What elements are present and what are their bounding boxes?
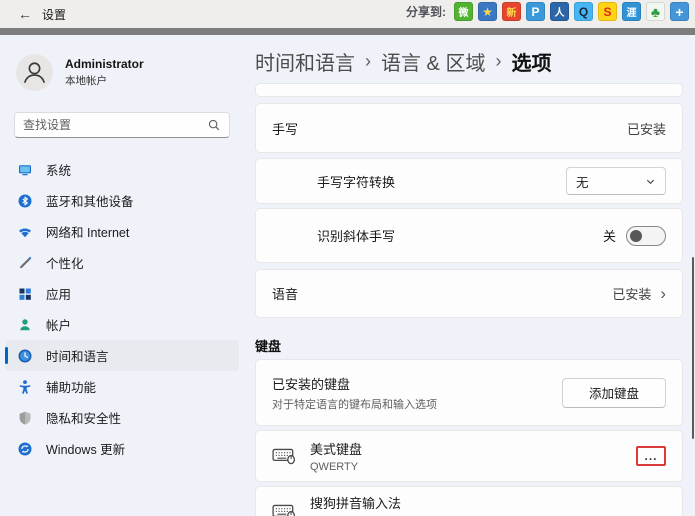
wifi-icon bbox=[17, 224, 33, 240]
account-type: 本地帐户 bbox=[65, 73, 144, 88]
shield-icon bbox=[17, 410, 33, 426]
sidebar-item-label: Windows 更新 bbox=[46, 439, 125, 458]
keyboard-row-sogou: 搜狗拼音输入法 输入法 bbox=[255, 486, 683, 516]
sidebar-item-time-language[interactable]: 时间和语言 bbox=[5, 340, 239, 371]
person-icon bbox=[16, 54, 53, 91]
speech-label: 语音 bbox=[272, 284, 298, 303]
toggle-knob bbox=[630, 230, 642, 242]
sidebar-item-accessibility[interactable]: 辅助功能 bbox=[5, 371, 239, 402]
keyboard-row-us: 美式键盘 QWERTY ... bbox=[255, 430, 683, 482]
keyboard-layout: QWERTY bbox=[310, 461, 362, 473]
titlebar: ← 设置 分享到: 微 ★ 新 P 人 Q S 涯 ♣ + bbox=[0, 0, 695, 28]
sidebar-item-bluetooth[interactable]: 蓝牙和其他设备 bbox=[5, 185, 239, 216]
bluetooth-icon bbox=[17, 193, 33, 209]
window-top-border bbox=[0, 28, 695, 35]
scrollbar-thumb[interactable] bbox=[692, 257, 694, 439]
handwriting-card[interactable]: 手写 已安装 bbox=[255, 103, 683, 153]
accessibility-icon bbox=[17, 379, 33, 395]
sidebar-item-label: 系统 bbox=[46, 160, 71, 179]
keyboard-name: 美式键盘 bbox=[310, 439, 362, 458]
keyboard-icon bbox=[272, 503, 296, 516]
selection-indicator bbox=[5, 347, 8, 364]
handwriting-label: 手写 bbox=[272, 119, 298, 138]
sidebar-item-label: 网络和 Internet bbox=[46, 222, 129, 241]
search-icon[interactable] bbox=[207, 118, 221, 132]
sidebar-item-accounts[interactable]: 帐户 bbox=[5, 309, 239, 340]
installed-keyboards-card: 已安装的键盘 对于特定语言的键布局和输入选项 添加键盘 bbox=[255, 359, 683, 426]
italic-handwriting-card: 识别斜体手写 关 bbox=[255, 208, 683, 263]
clover-icon[interactable]: ♣ bbox=[646, 2, 665, 21]
pengyou-icon[interactable]: P bbox=[526, 2, 545, 21]
share-label: 分享到: bbox=[406, 3, 446, 20]
breadcrumb: 时间和语言 › 语言 & 区域 › 选项 bbox=[255, 47, 683, 76]
settings-window: ← 设置 分享到: 微 ★ 新 P 人 Q S 涯 ♣ + Administra… bbox=[0, 0, 695, 516]
italic-toggle[interactable] bbox=[626, 226, 666, 246]
installed-keyboards-title: 已安装的键盘 bbox=[272, 374, 437, 393]
main-pane: 时间和语言 › 语言 & 区域 › 选项 手写 已安装 手写字符转换 无 识别斜… bbox=[255, 35, 683, 516]
red-annotation-box: ... bbox=[636, 446, 666, 466]
speech-card[interactable]: 语音 已安装 › bbox=[255, 269, 683, 318]
qq-icon[interactable]: Q bbox=[574, 2, 593, 21]
sidebar-item-label: 蓝牙和其他设备 bbox=[46, 191, 134, 210]
sidebar-item-windows-update[interactable]: Windows 更新 bbox=[5, 433, 239, 464]
sogou-icon[interactable]: S bbox=[598, 2, 617, 21]
speech-status: 已安装 bbox=[612, 284, 651, 303]
renren-icon[interactable]: 人 bbox=[550, 2, 569, 21]
conversion-dropdown[interactable]: 无 bbox=[566, 167, 666, 195]
back-button[interactable]: ← bbox=[8, 6, 42, 22]
user-name: Administrator bbox=[65, 57, 144, 71]
keyboard-section-heading: 键盘 bbox=[255, 336, 683, 355]
share-toolbar: 分享到: 微 ★ 新 P 人 Q S 涯 ♣ + bbox=[406, 2, 689, 21]
qzone-icon[interactable]: ★ bbox=[478, 2, 497, 21]
apps-grid-icon bbox=[17, 286, 33, 302]
system-icon bbox=[17, 162, 33, 178]
sidebar-nav: 系统 蓝牙和其他设备 网络和 Internet 个性化 应用 bbox=[0, 154, 244, 464]
sidebar-item-apps[interactable]: 应用 bbox=[5, 278, 239, 309]
settings-content: Administrator 本地帐户 系统 蓝牙和其他设备 bbox=[0, 35, 695, 516]
sidebar-item-privacy[interactable]: 隐私和安全性 bbox=[5, 402, 239, 433]
sidebar-item-label: 辅助功能 bbox=[46, 377, 96, 396]
add-keyboard-button[interactable]: 添加键盘 bbox=[562, 378, 666, 408]
sidebar: Administrator 本地帐户 系统 蓝牙和其他设备 bbox=[0, 35, 244, 516]
window-title: 设置 bbox=[42, 6, 66, 23]
conversion-label: 手写字符转换 bbox=[272, 172, 395, 191]
sidebar-item-label: 时间和语言 bbox=[46, 346, 109, 365]
sidebar-item-label: 个性化 bbox=[46, 253, 84, 272]
handwriting-conversion-card: 手写字符转换 无 bbox=[255, 158, 683, 204]
breadcrumb-current-options: 选项 bbox=[511, 47, 551, 76]
more-options-button[interactable]: ... bbox=[639, 449, 663, 463]
keyboard-icon bbox=[272, 447, 296, 465]
sidebar-item-label: 帐户 bbox=[46, 315, 71, 334]
scrolled-card-edge bbox=[255, 83, 683, 97]
keyboard-name: 搜狗拼音输入法 bbox=[310, 493, 401, 512]
brush-icon bbox=[17, 255, 33, 271]
avatar bbox=[16, 54, 53, 91]
breadcrumb-separator: › bbox=[365, 51, 371, 72]
sidebar-item-label: 隐私和安全性 bbox=[46, 408, 121, 427]
user-account[interactable]: Administrator 本地帐户 bbox=[0, 49, 244, 95]
weibo-icon[interactable]: 新 bbox=[502, 2, 521, 21]
sidebar-item-label: 应用 bbox=[46, 284, 71, 303]
clock-icon bbox=[17, 348, 33, 364]
sidebar-item-network[interactable]: 网络和 Internet bbox=[5, 216, 239, 247]
sidebar-item-personalization[interactable]: 个性化 bbox=[5, 247, 239, 278]
wechat-icon[interactable]: 微 bbox=[454, 2, 473, 21]
chevron-down-icon bbox=[645, 176, 656, 187]
add-share-icon[interactable]: + bbox=[670, 2, 689, 21]
breadcrumb-language-region[interactable]: 语言 & 区域 bbox=[381, 47, 485, 76]
handwriting-status: 已安装 bbox=[627, 119, 666, 138]
conversion-value: 无 bbox=[576, 172, 589, 191]
sidebar-item-system[interactable]: 系统 bbox=[5, 154, 239, 185]
breadcrumb-separator: › bbox=[495, 51, 501, 72]
chevron-right-icon: › bbox=[660, 284, 666, 304]
italic-label: 识别斜体手写 bbox=[272, 226, 395, 245]
accounts-person-icon bbox=[17, 317, 33, 333]
installed-keyboards-subtitle: 对于特定语言的键布局和输入选项 bbox=[272, 396, 437, 412]
settings-search[interactable] bbox=[14, 112, 230, 138]
toggle-state-label: 关 bbox=[603, 226, 616, 245]
search-input[interactable] bbox=[23, 118, 207, 132]
tianya-icon[interactable]: 涯 bbox=[622, 2, 641, 21]
update-icon bbox=[17, 441, 33, 457]
breadcrumb-time-language[interactable]: 时间和语言 bbox=[255, 47, 355, 76]
